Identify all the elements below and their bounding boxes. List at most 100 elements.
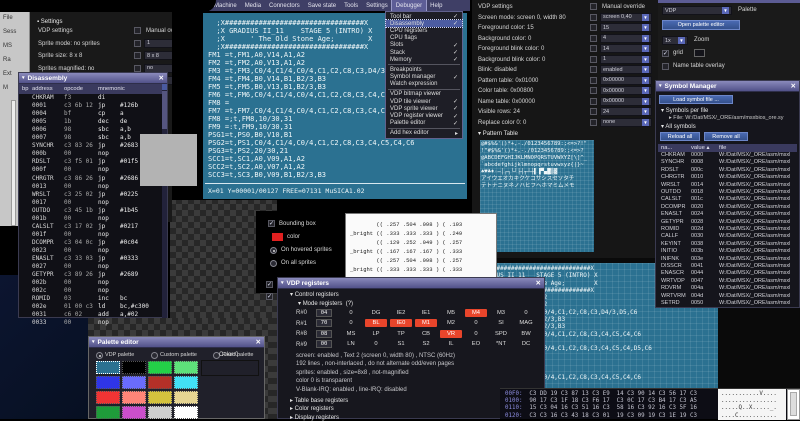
setting-checkbox[interactable] xyxy=(590,98,597,105)
menu-item-add-hex-editor[interactable]: Add hex editor▸ xyxy=(386,130,462,137)
symbol-row[interactable]: CHRGTR0010W:/Dat/MSX/_ORE/asm/msxl xyxy=(658,174,797,181)
palette-color-swatch[interactable] xyxy=(122,391,146,404)
symbol-row[interactable]: DCOMPR0020W:/Dat/MSX/_ORE/asm/msxl xyxy=(658,204,797,211)
disassembly-row[interactable]: 0001c3 6b 12jp#126b xyxy=(19,102,163,110)
grid-checkbox[interactable]: ✓ xyxy=(662,50,669,57)
symbol-row[interactable]: WRTVDP0047W:/Dat/MSX/_ORE/asm/msxl xyxy=(658,278,797,285)
column-header[interactable]: bp xyxy=(22,86,28,92)
register-bit-cell[interactable]: DG xyxy=(365,309,387,317)
palette-source-radio[interactable] xyxy=(151,352,158,359)
column-header[interactable]: value ▴ xyxy=(691,145,709,151)
palette-color-swatch[interactable] xyxy=(122,361,146,374)
register-bit-cell[interactable]: *NT xyxy=(490,340,512,348)
sprite-viewer-checkbox[interactable]: ✓ xyxy=(266,293,273,300)
sprite-viewer-checkbox[interactable]: ✓ xyxy=(266,281,273,288)
close-icon[interactable]: ✕ xyxy=(256,338,261,346)
remove-all-button[interactable]: Remove all xyxy=(704,132,748,141)
palette-color-swatch[interactable] xyxy=(122,376,146,389)
setting-checkbox[interactable] xyxy=(590,108,597,115)
symbol-row[interactable]: CHKRAM0000W:/Dat/MSX/_ORE/asm/msxl xyxy=(658,152,797,159)
register-bit-cell[interactable]: SPD xyxy=(490,330,512,338)
setting-dropdown[interactable]: 0x00000▼ xyxy=(600,76,652,85)
symbol-row[interactable]: KEYINT0038W:/Dat/MSX/_ORE/asm/msxl xyxy=(658,241,797,248)
window-menu-icon[interactable]: ▾ xyxy=(659,83,662,89)
column-header[interactable]: file xyxy=(719,145,726,151)
setting-dropdown[interactable]: screen 0,40▼ xyxy=(600,13,652,22)
register-value-box[interactable]: 04 xyxy=(316,309,332,317)
register-bit-cell[interactable]: 0 xyxy=(515,309,537,317)
symbol-table-header[interactable]: na...value ▴file xyxy=(658,144,797,152)
pattern-table-view[interactable]: @#$%&'()*+,-./0123456789:;<=>?!" !"#$%&'… xyxy=(480,140,594,252)
palette-source-radio[interactable] xyxy=(96,352,103,359)
setting-dropdown[interactable]: 14▼ xyxy=(600,44,652,53)
vdp-source-select[interactable]: VDP▼ xyxy=(662,6,732,15)
setting-dropdown[interactable]: 24▼ xyxy=(600,107,652,116)
register-bit-cell[interactable]: IE0 xyxy=(390,319,412,327)
disassembly-row[interactable]: ROMID03incbc xyxy=(19,295,163,303)
close-icon[interactable]: ✕ xyxy=(536,279,541,287)
register-bit-cell[interactable]: IE1 xyxy=(415,309,437,317)
register-value-box[interactable]: 08 xyxy=(316,330,332,338)
close-icon[interactable]: ✕ xyxy=(791,82,796,90)
palette-color-swatch[interactable] xyxy=(96,391,120,404)
hex-row[interactable]: 0110: 15 C3 04 16 C3 51 16 C3 58 16 C3 9… xyxy=(505,405,697,412)
bounding-box-checkbox[interactable]: ✓ xyxy=(268,220,275,227)
bounding-color-swatch[interactable] xyxy=(272,233,283,241)
menu-item-slots[interactable]: Slots✓ xyxy=(386,42,462,49)
menu-item-tool-bar[interactable]: Tool bar✓ xyxy=(386,13,462,20)
hex-row[interactable]: 00F0: C3 DD 19 C3 87 13 C3 E9 14 C3 90 1… xyxy=(505,391,697,398)
palette-color-swatch[interactable] xyxy=(96,406,120,419)
menu-item-tools[interactable]: Tools xyxy=(340,0,362,11)
window-menu-icon[interactable]: ▾ xyxy=(92,339,95,345)
name-table-overlay-checkbox[interactable] xyxy=(662,63,669,70)
setting-checkbox[interactable] xyxy=(590,24,597,31)
window-menu-icon[interactable]: ▾ xyxy=(22,75,25,81)
menu-item-disassembly[interactable]: Disassembly✓ xyxy=(386,20,462,27)
register-bit-cell[interactable]: DC xyxy=(515,340,537,348)
register-value-box[interactable]: 00 xyxy=(316,340,332,348)
palette-color-swatch[interactable] xyxy=(174,391,198,404)
disassembly-row[interactable]: CALSLTc3 17 02jp#0217 xyxy=(19,223,163,231)
symbol-row[interactable]: WRTVRM004dW:/Dat/MSX/_ORE/asm/msxl xyxy=(658,293,797,300)
menu-item-debugger[interactable]: Debugger xyxy=(392,0,426,11)
palette-color-swatch[interactable] xyxy=(96,361,120,374)
palette-color-swatch[interactable] xyxy=(96,376,120,389)
register-bit-cell[interactable]: SI xyxy=(490,319,512,327)
symbol-row[interactable]: RDSLT000cW:/Dat/MSX/_ORE/asm/msxl xyxy=(658,167,797,174)
symbol-row[interactable]: WRSLT0014W:/Dat/MSX/_ORE/asm/msxl xyxy=(658,182,797,189)
setting-checkbox[interactable] xyxy=(134,40,141,47)
setting-dropdown[interactable]: 15▼ xyxy=(600,23,652,32)
menu-item-cpu-flags[interactable]: CPU flags xyxy=(386,35,462,42)
register-bit-cell[interactable]: M2 xyxy=(440,319,462,327)
scrollbar-thumb[interactable] xyxy=(790,392,797,416)
vdp-registers-titlebar[interactable]: ▾ VDP registers ✕ xyxy=(278,278,544,289)
menu-item-cpu-registers[interactable]: CPU registers xyxy=(386,27,462,34)
register-bit-cell[interactable]: TP xyxy=(390,330,412,338)
register-tree-item[interactable]: ▸ Table base registers xyxy=(290,397,348,404)
disassembly-row[interactable]: 002c00nop xyxy=(19,287,163,295)
register-bit-cell[interactable]: 0 xyxy=(340,319,362,327)
menu-item-breakpoints[interactable]: Breakpoints xyxy=(386,66,462,73)
disassembly-row[interactable]: OUTDOc3 45 1bjp#1b45 xyxy=(19,207,163,215)
disassembly-row[interactable]: 003300nop xyxy=(19,319,163,327)
close-icon[interactable]: ✕ xyxy=(159,74,164,82)
palette-color-swatch[interactable] xyxy=(148,376,172,389)
register-bit-cell[interactable]: M5 xyxy=(440,309,462,317)
register-bit-cell[interactable]: M3 xyxy=(490,309,512,317)
disassembly-titlebar[interactable]: ▾ Disassembly ✕ xyxy=(19,73,167,84)
menu-item-stack[interactable]: Stack✓ xyxy=(386,49,462,56)
symbol-row[interactable]: CALLF0030W:/Dat/MSX/_ORE/asm/msxl xyxy=(658,233,797,240)
symbol-manager-titlebar[interactable]: ▾ Symbol Manager ✕ xyxy=(656,81,799,92)
reload-all-button[interactable]: Reload all xyxy=(660,132,700,141)
scrollbar-thumb[interactable] xyxy=(162,91,167,129)
register-bit-cell[interactable]: BW xyxy=(515,330,537,338)
palette-color-swatch[interactable] xyxy=(174,406,198,419)
scrollbar[interactable] xyxy=(162,84,167,318)
column-header[interactable]: mnemonic xyxy=(98,86,125,92)
palette-data-text[interactable]: (( .257 .504 .098 ) ( .193 _bright (( .3… xyxy=(350,220,462,274)
column-header[interactable]: address xyxy=(32,86,53,92)
setting-dropdown[interactable]: 0x00000▼ xyxy=(600,86,652,95)
disassembly-row[interactable]: 002300nop xyxy=(19,247,163,255)
setting-checkbox[interactable] xyxy=(590,56,597,63)
setting-dropdown[interactable]: none▼ xyxy=(600,118,652,127)
